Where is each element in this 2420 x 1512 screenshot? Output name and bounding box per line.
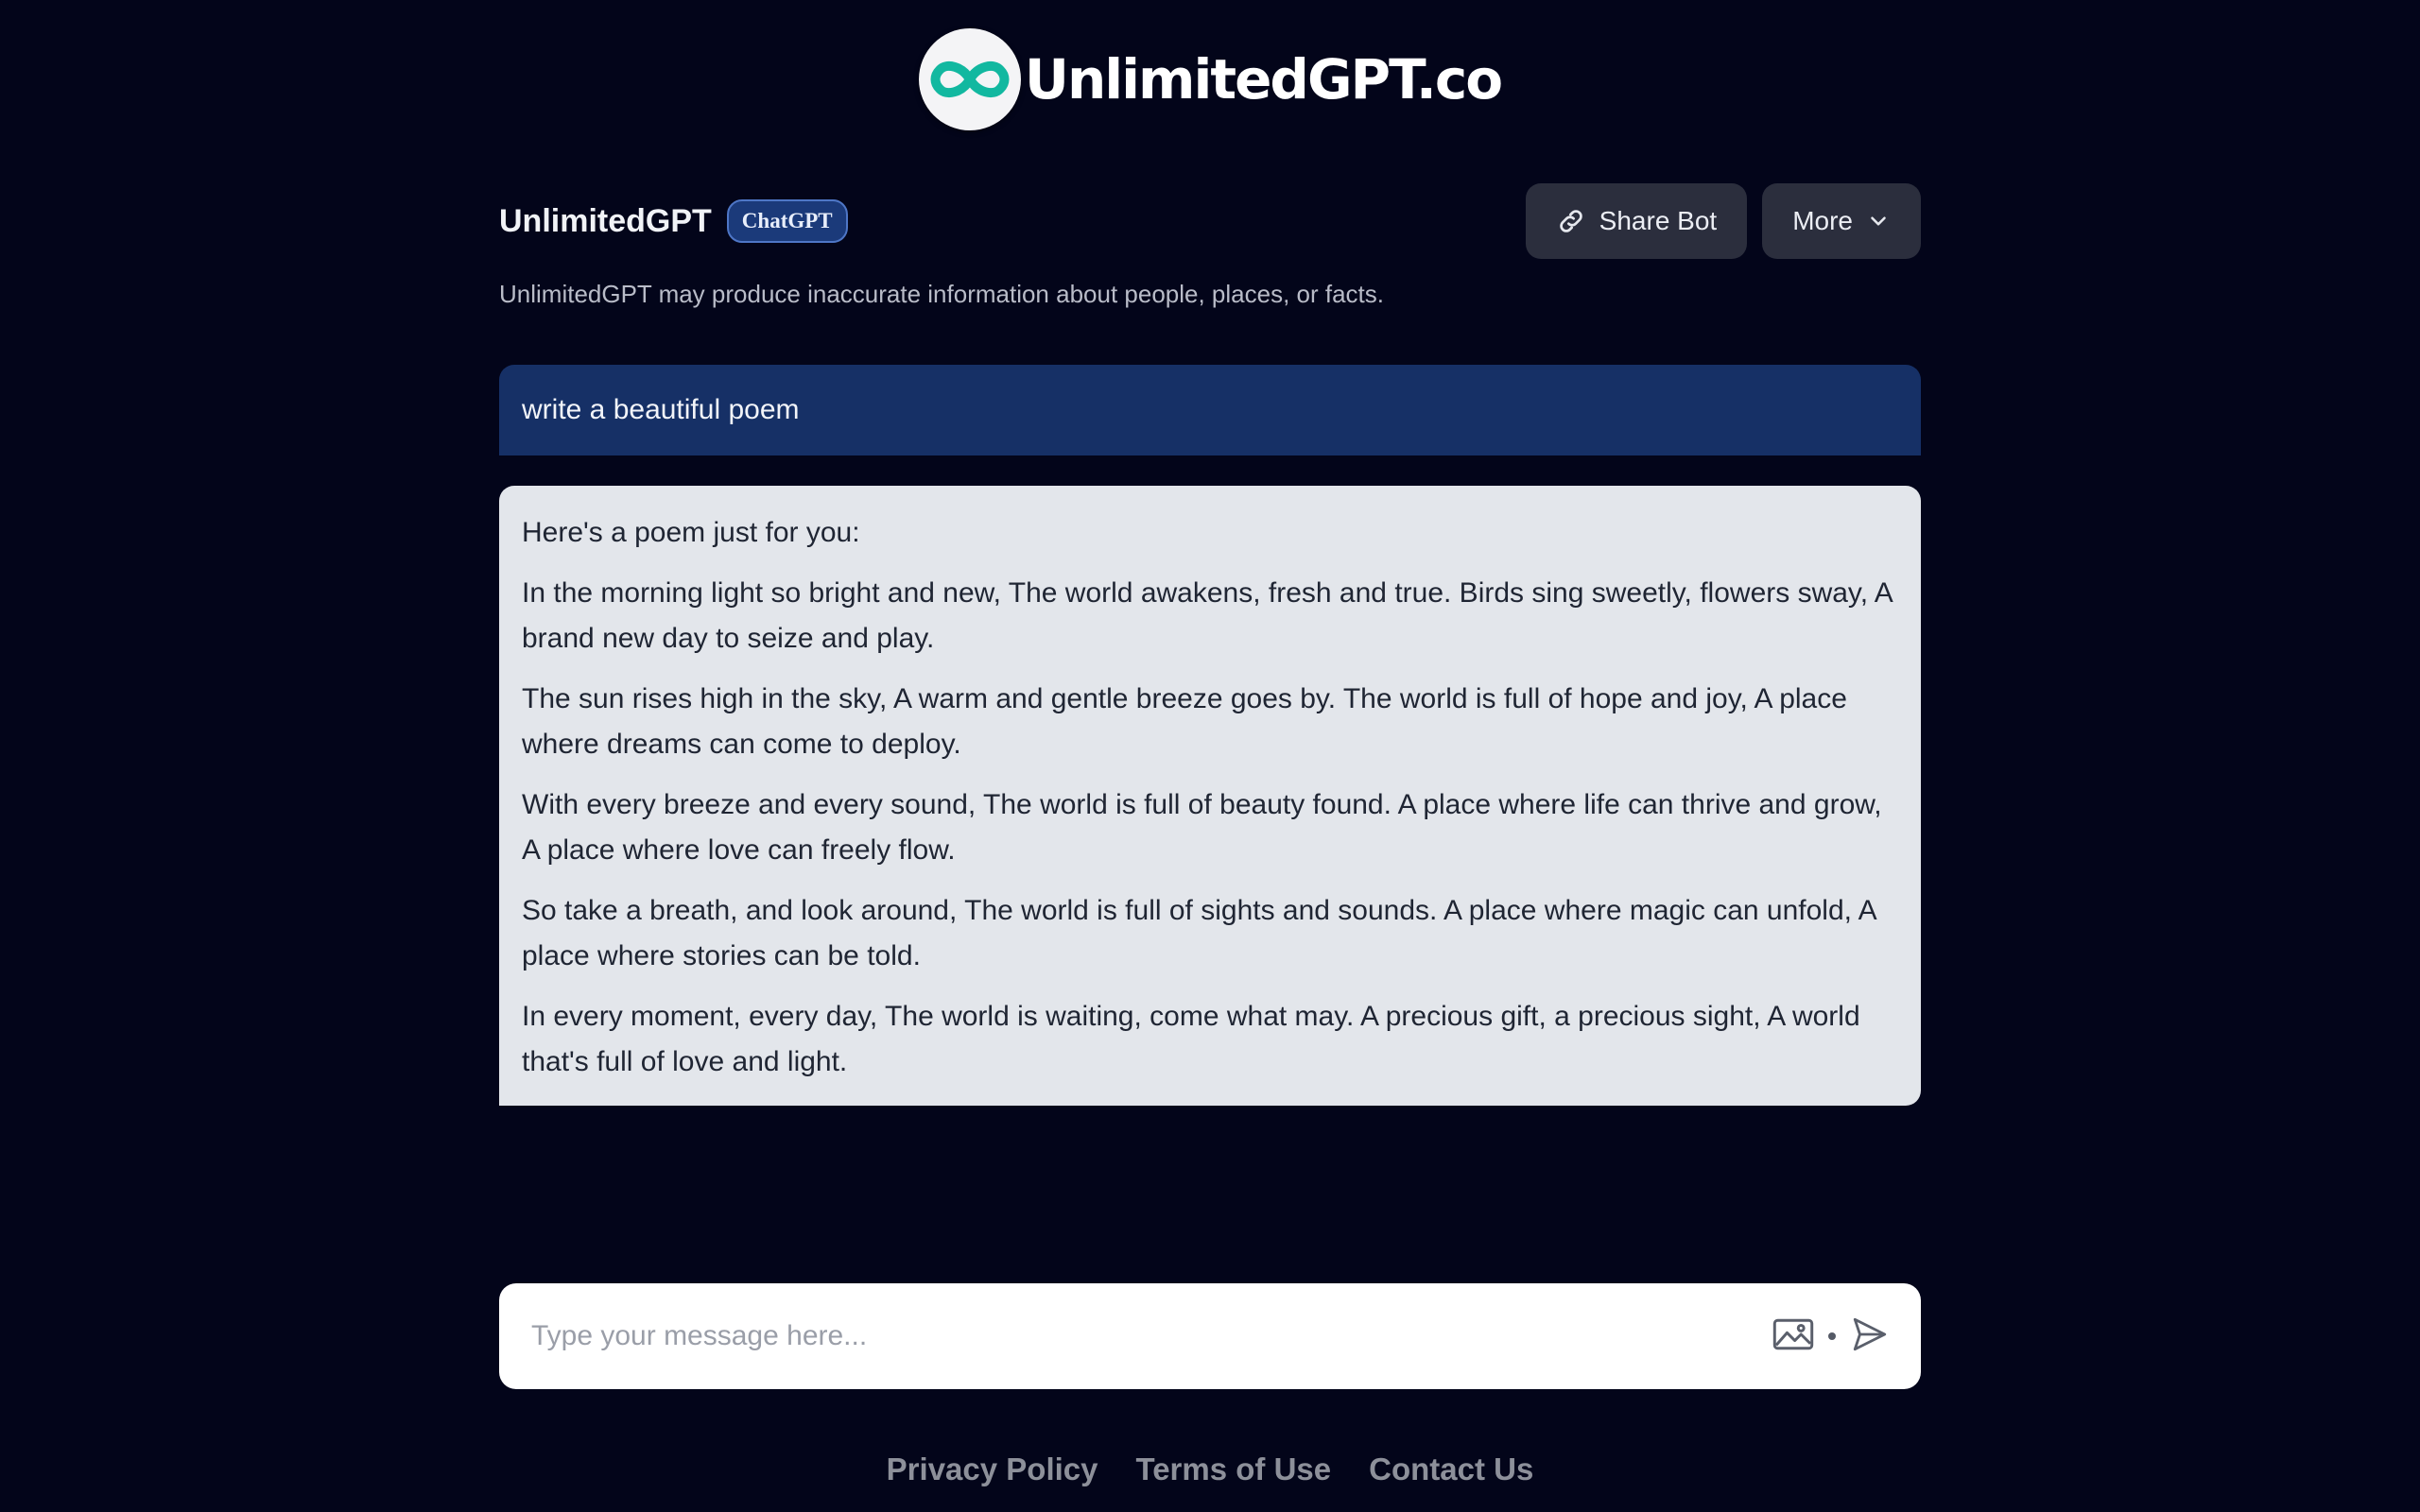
user-message-text: write a beautiful poem xyxy=(522,394,800,425)
bot-paragraph: In the morning light so bright and new, … xyxy=(522,577,1893,654)
header-actions: Share Bot More xyxy=(1525,183,1921,259)
bot-title: UnlimitedGPT ChatGPT xyxy=(499,199,848,243)
share-bot-button[interactable]: Share Bot xyxy=(1525,183,1748,259)
separator-dot xyxy=(1828,1332,1836,1340)
privacy-policy-link[interactable]: Privacy Policy xyxy=(887,1452,1098,1487)
bot-paragraph: Here's a poem just for you: xyxy=(522,517,860,548)
chevron-down-icon xyxy=(1866,209,1891,233)
contact-us-link[interactable]: Contact Us xyxy=(1369,1452,1533,1487)
bot-paragraph: So take a breath, and look around, The w… xyxy=(522,895,1876,971)
site-logo[interactable]: UnlimitedGPT.co xyxy=(0,28,2420,130)
bot-paragraph: In every moment, every day, The world is… xyxy=(522,1001,1860,1077)
infinity-icon xyxy=(918,28,1021,130)
page: UnlimitedGPT.co UnlimitedGPT ChatGPT Sha… xyxy=(0,0,2420,1512)
logo-text: UnlimitedGPT.co xyxy=(1024,47,1503,112)
more-button[interactable]: More xyxy=(1762,183,1921,259)
footer: Privacy Policy Terms of Use Contact Us xyxy=(0,1452,2420,1487)
more-label: More xyxy=(1792,206,1853,235)
user-message: write a beautiful poem xyxy=(499,365,1921,455)
bot-message: Here's a poem just for you: In the morni… xyxy=(499,486,1921,1106)
model-badge: ChatGPT xyxy=(726,199,848,243)
bot-paragraph: With every breeze and every sound, The w… xyxy=(522,789,1882,866)
bot-paragraph: The sun rises high in the sky, A warm an… xyxy=(522,683,1847,760)
bot-header: UnlimitedGPT ChatGPT Share Bot More xyxy=(499,183,1921,259)
message-composer xyxy=(499,1283,1921,1389)
image-icon[interactable] xyxy=(1772,1315,1815,1358)
message-input[interactable] xyxy=(529,1307,1772,1366)
disclaimer-text: UnlimitedGPT may produce inaccurate info… xyxy=(499,280,1384,308)
composer-actions xyxy=(1772,1314,1891,1359)
link-icon xyxy=(1556,206,1586,236)
terms-of-use-link[interactable]: Terms of Use xyxy=(1136,1452,1332,1487)
share-bot-label: Share Bot xyxy=(1599,206,1718,235)
bot-name: UnlimitedGPT xyxy=(499,202,712,239)
send-icon[interactable] xyxy=(1849,1314,1891,1359)
